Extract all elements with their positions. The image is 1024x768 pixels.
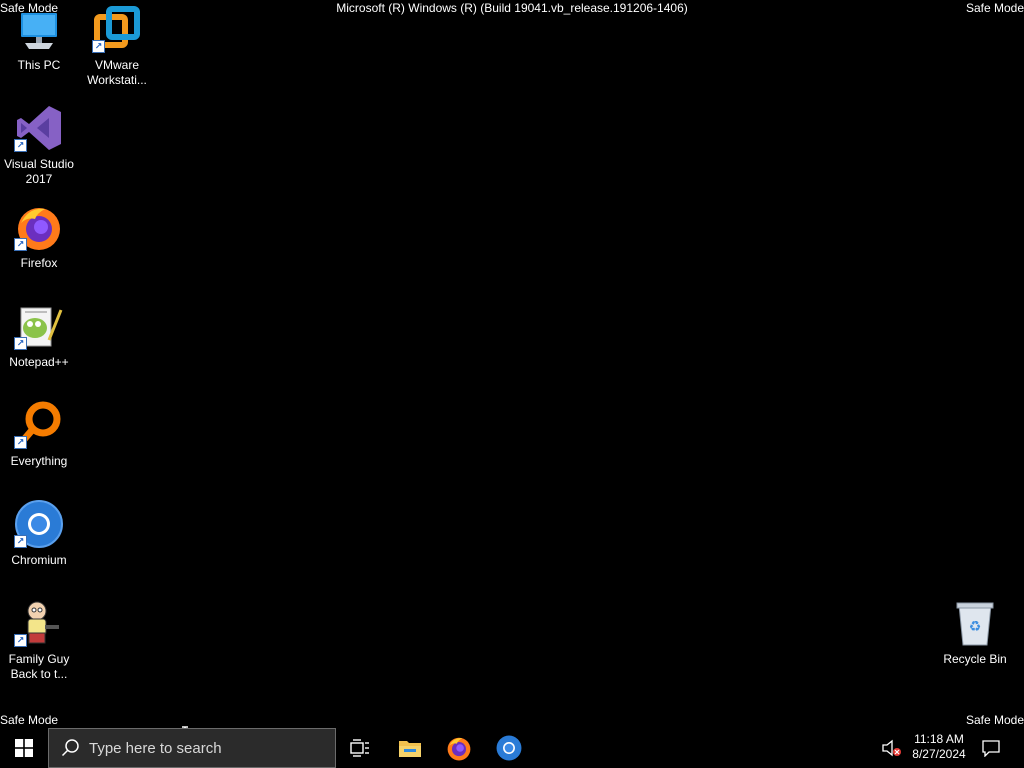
search-icon <box>61 738 81 763</box>
desktop-icon-label: Everything <box>10 454 68 468</box>
action-center-button[interactable] <box>968 728 1014 768</box>
taskbar: Type here to search 11:18 AM 8/27/2024 <box>0 728 1024 768</box>
desktop-icon-visual-studio[interactable]: ↗ Visual Studio 2017 <box>1 99 77 187</box>
desktop-icon-label: This PC <box>17 58 61 72</box>
shortcut-arrow-icon: ↗ <box>14 238 27 251</box>
shortcut-arrow-icon: ↗ <box>14 436 27 449</box>
desktop-icon-this-pc[interactable]: This PC <box>1 0 77 73</box>
svg-text:♻: ♻ <box>969 619 982 635</box>
desktop-icon-recycle-bin[interactable]: ♻ Recycle Bin <box>937 594 1013 667</box>
search-box[interactable]: Type here to search <box>48 728 336 768</box>
windows-logo-icon <box>15 739 33 757</box>
safe-mode-label-bottom-left: Safe Mode <box>0 713 59 727</box>
recycle-bin-icon: ♻ <box>951 599 999 647</box>
shortcut-arrow-icon: ↗ <box>14 634 27 647</box>
chromium-icon: ↗ <box>14 500 63 548</box>
desktop-icon-label: VMware Workstati... <box>87 58 147 87</box>
desktop-icon-label: Chromium <box>11 553 67 567</box>
desktop-icon-notepadpp[interactable]: ↗ Notepad++ <box>1 297 77 370</box>
start-button[interactable] <box>0 728 48 768</box>
volume-muted-icon <box>882 739 901 757</box>
desktop-icon-everything[interactable]: ↗ Everything <box>1 396 77 469</box>
clock-date: 8/27/2024 <box>912 747 966 761</box>
clock-time: 11:18 AM <box>914 732 964 746</box>
search-placeholder: Type here to search <box>89 740 222 757</box>
chromium-icon <box>496 735 522 761</box>
file-explorer-icon <box>399 741 421 757</box>
desktop-icon-label: Recycle Bin <box>943 652 1007 666</box>
task-view-button[interactable] <box>336 728 384 768</box>
desktop-icon-family-guy[interactable]: ↗ Family Guy Back to t... <box>1 594 77 682</box>
vmware-icon: ↗ <box>92 5 141 53</box>
taskbar-chromium[interactable] <box>485 728 533 768</box>
desktop-icon-label: Visual Studio 2017 <box>4 157 74 186</box>
taskbar-firefox[interactable] <box>435 728 483 768</box>
taskbar-file-explorer[interactable] <box>386 728 434 768</box>
family-guy-icon: ↗ <box>14 599 63 647</box>
safe-mode-label-bottom-right: Safe Mode <box>965 713 1024 727</box>
notepadpp-icon: ↗ <box>14 302 63 350</box>
firefox-icon: ↗ <box>14 203 63 251</box>
shortcut-arrow-icon: ↗ <box>14 535 27 548</box>
desktop-icon-label: Notepad++ <box>9 355 69 369</box>
this-pc-icon <box>15 5 63 53</box>
everything-icon: ↗ <box>14 401 63 449</box>
desktop-icon-label: Family Guy Back to t... <box>8 652 70 681</box>
shortcut-arrow-icon: ↗ <box>14 139 27 152</box>
desktop-icon-firefox[interactable]: ↗ Firefox <box>1 198 77 271</box>
desktop-icon-chromium[interactable]: ↗ Chromium <box>1 495 77 568</box>
task-view-icon <box>350 739 369 757</box>
visual-studio-icon: ↗ <box>14 104 63 152</box>
shortcut-arrow-icon: ↗ <box>14 337 27 350</box>
desktop-icon-label: Firefox <box>20 256 58 270</box>
firefox-icon <box>447 737 471 761</box>
clock[interactable]: 11:18 AM 8/27/2024 <box>906 732 972 762</box>
desktop-icon-vmware[interactable]: ↗ VMware Workstati... <box>79 0 155 88</box>
notification-icon <box>982 740 1000 757</box>
shortcut-arrow-icon: ↗ <box>92 40 105 53</box>
